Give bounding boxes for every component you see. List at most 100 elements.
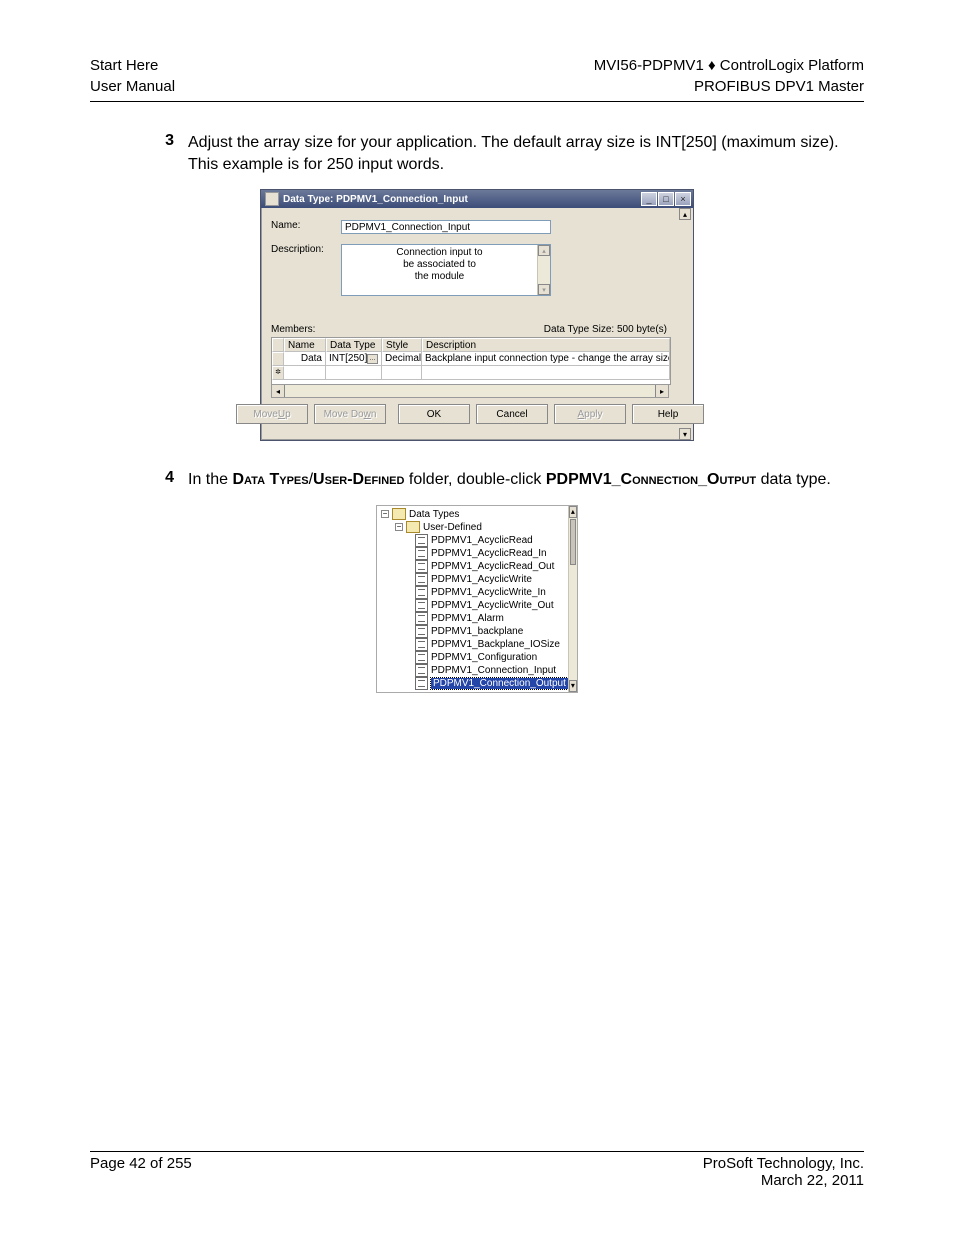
dialog-title: Data Type: PDPMV1_Connection_Input <box>283 194 641 205</box>
grid-header: Name Data Type Style Description <box>272 338 670 352</box>
folder-icon <box>406 521 420 533</box>
moveup-post: p <box>285 409 291 420</box>
ok-button[interactable]: OK <box>398 404 470 424</box>
tree-item[interactable]: PDPMV1_AcyclicWrite <box>381 573 568 586</box>
tree-scroll-up-icon[interactable]: ▴ <box>569 506 577 518</box>
datatypes-tree[interactable]: −Data Types−User-DefinedPDPMV1_AcyclicRe… <box>376 505 578 693</box>
col-style[interactable]: Style <box>382 338 422 352</box>
col-name[interactable]: Name <box>284 338 326 352</box>
tree-item[interactable]: − User-Defined <box>381 521 568 534</box>
table-row[interactable]: Data INT[250] … Decimal Backplane input … <box>272 352 670 366</box>
tree-item-label: PDPMV1_AcyclicWrite_In <box>431 587 546 598</box>
step4-mid: folder, double-click <box>404 471 545 488</box>
description-textarea[interactable]: Connection input to be associated to the… <box>341 244 551 296</box>
hscroll-right-icon[interactable]: ▸ <box>655 385 668 397</box>
tree-item-label: User-Defined <box>423 522 482 533</box>
step4-text: In the Data Types/User-Defined folder, d… <box>188 469 831 491</box>
tree-item-label: PDPMV1_AcyclicRead <box>431 535 533 546</box>
desc-scroll-up-icon[interactable]: ▴ <box>538 245 550 256</box>
collapse-icon[interactable]: − <box>395 523 403 531</box>
grid-hscrollbar[interactable]: ◂ ▸ <box>271 385 669 398</box>
tree-item[interactable]: PDPMV1_AcyclicRead <box>381 534 568 547</box>
name-input[interactable]: PDPMV1_Connection_Input <box>341 220 551 234</box>
cell-style[interactable] <box>382 366 422 380</box>
desc-scroll-down-icon[interactable]: ▾ <box>538 284 550 295</box>
cell-datatype[interactable]: INT[250] … <box>326 352 382 366</box>
help-button[interactable]: Help <box>632 404 704 424</box>
step3-number: 3 <box>140 132 188 175</box>
movedown-pre: Move Do <box>324 409 364 420</box>
close-button[interactable]: × <box>675 192 691 206</box>
tree-item[interactable]: PDPMV1_Connection_Output <box>381 677 568 690</box>
datatype-icon <box>415 560 428 573</box>
step4-prefix: In the <box>188 471 232 488</box>
tree-scrollbar[interactable]: ▴ ▾ <box>568 506 577 692</box>
step4-connection-output: PDPMV1_Connection_Output <box>546 471 756 488</box>
apply-post: pply <box>584 409 602 420</box>
tree-item-label: PDPMV1_Connection_Output <box>431 678 568 689</box>
tree-item[interactable]: PDPMV1_Backplane_IOSize <box>381 638 568 651</box>
grid-corner <box>272 338 284 352</box>
datatype-browse-button[interactable]: … <box>367 354 378 364</box>
footer-page: Page 42 of 255 <box>90 1155 192 1189</box>
collapse-icon[interactable]: − <box>381 510 389 518</box>
apply-button[interactable]: Apply <box>554 404 626 424</box>
tree-item-label: PDPMV1_AcyclicRead_Out <box>431 561 554 572</box>
dialog-titlebar[interactable]: Data Type: PDPMV1_Connection_Input _ □ × <box>261 190 693 208</box>
tree-item[interactable]: PDPMV1_AcyclicRead_In <box>381 547 568 560</box>
tree-item[interactable]: PDPMV1_AcyclicWrite_In <box>381 586 568 599</box>
tree-item[interactable]: PDPMV1_backplane <box>381 625 568 638</box>
col-description[interactable]: Description <box>422 338 670 352</box>
cancel-button[interactable]: Cancel <box>476 404 548 424</box>
tree-item[interactable]: PDPMV1_AcyclicWrite_Out <box>381 599 568 612</box>
cell-description[interactable]: Backplane input connection type - change… <box>422 352 670 366</box>
header-right-line2: PROFIBUS DPV1 Master <box>594 76 864 97</box>
tree-item[interactable]: PDPMV1_Connection_Input <box>381 664 568 677</box>
members-label: Members: <box>271 324 315 335</box>
description-label: Description: <box>271 244 341 255</box>
table-row[interactable]: ✲ <box>272 366 670 384</box>
desc-scrollbar[interactable]: ▴ ▾ <box>537 245 550 295</box>
apply-ul: A <box>577 409 584 420</box>
outer-scroll-down-button[interactable]: ▾ <box>679 428 691 440</box>
col-datatype[interactable]: Data Type <box>326 338 382 352</box>
header-left-line1: Start Here <box>90 55 175 76</box>
tree-item-label: PDPMV1_Connection_Input <box>431 665 556 676</box>
tree-item[interactable]: PDPMV1_AcyclicRead_Out <box>381 560 568 573</box>
cell-description[interactable] <box>422 366 670 380</box>
tree-item[interactable]: PDPMV1_Configuration <box>381 651 568 664</box>
tree-scroll-down-icon[interactable]: ▾ <box>569 680 577 692</box>
row-selector[interactable] <box>272 352 284 366</box>
minimize-button[interactable]: _ <box>641 192 657 206</box>
datatype-icon <box>415 612 428 625</box>
tree-item-label: Data Types <box>409 509 459 520</box>
step4-number: 4 <box>140 469 188 491</box>
cell-style[interactable]: Decimal <box>382 352 422 366</box>
tree-scroll-thumb[interactable] <box>570 519 576 565</box>
header-left-line2: User Manual <box>90 76 175 97</box>
dialog-icon <box>265 192 279 206</box>
footer-company: ProSoft Technology, Inc. <box>703 1155 864 1172</box>
tree-scroll-track[interactable] <box>569 566 577 680</box>
tree-item[interactable]: − Data Types <box>381 508 568 521</box>
moveup-button[interactable]: Move Up <box>236 404 308 424</box>
datatype-icon <box>415 573 428 586</box>
tree-item[interactable]: PDPMV1_Alarm <box>381 612 568 625</box>
datatype-icon <box>415 677 428 690</box>
maximize-button[interactable]: □ <box>658 192 674 206</box>
datatype-icon <box>415 586 428 599</box>
datatype-dialog: Data Type: PDPMV1_Connection_Input _ □ ×… <box>260 189 694 441</box>
cell-name[interactable]: Data <box>284 352 326 366</box>
new-row-icon[interactable]: ✲ <box>272 366 284 380</box>
page-footer: Page 42 of 255 ProSoft Technology, Inc. … <box>90 1151 864 1189</box>
tree-item-label: PDPMV1_AcyclicWrite_Out <box>431 600 554 611</box>
members-grid[interactable]: Name Data Type Style Description Data IN… <box>271 337 671 385</box>
cell-name[interactable] <box>284 366 326 380</box>
datatype-icon <box>415 651 428 664</box>
tree-item-label: PDPMV1_Backplane_IOSize <box>431 639 560 650</box>
moveup-pre: Move <box>253 409 277 420</box>
cell-datatype[interactable] <box>326 366 382 380</box>
movedown-button[interactable]: Move Down <box>314 404 386 424</box>
hscroll-left-icon[interactable]: ◂ <box>272 385 285 397</box>
outer-scroll-up-button[interactable]: ▴ <box>679 208 691 220</box>
